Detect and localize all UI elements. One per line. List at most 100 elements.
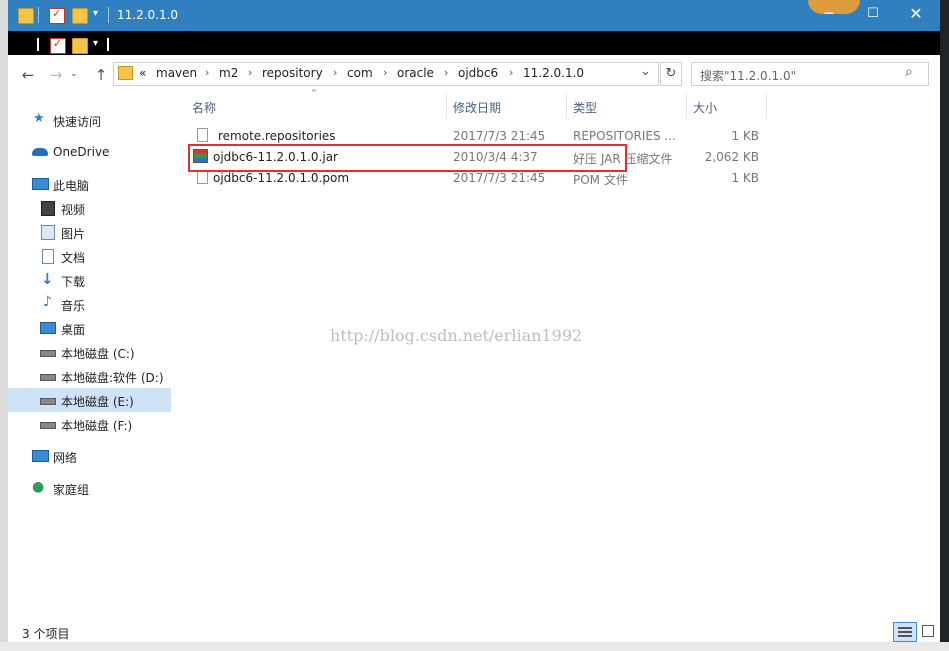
chevron-down-icon[interactable]: ▾: [93, 38, 98, 49]
download-icon: ↓: [41, 270, 54, 288]
file-icon: [197, 128, 208, 142]
sidebar-item-downloads[interactable]: ↓ 下载: [8, 268, 171, 292]
sidebar-item-label: 本地磁盘 (C:): [61, 347, 135, 361]
breadcrumb-repository[interactable]: repository: [262, 66, 323, 80]
chevron-right-icon[interactable]: ›: [509, 66, 513, 79]
file-type: POM 文件: [573, 173, 628, 187]
picture-icon: [41, 225, 55, 240]
drive-icon: [40, 422, 56, 429]
ribbon-strip: [8, 31, 940, 55]
sidebar-item-label: 文档: [61, 251, 86, 265]
search-icon[interactable]: ⌕: [905, 64, 913, 80]
sidebar-item-label: 音乐: [61, 299, 86, 313]
minimize-button[interactable]: ─: [820, 6, 838, 24]
file-size: 2,062 KB: [704, 150, 759, 164]
refresh-button[interactable]: ↻: [660, 62, 682, 86]
properties-icon[interactable]: [50, 37, 66, 54]
sidebar-item-label: 家庭组: [53, 483, 90, 497]
chevron-right-icon[interactable]: ›: [248, 66, 252, 79]
column-divider[interactable]: [566, 93, 567, 119]
sidebar-item-label: 网络: [53, 451, 78, 465]
chevron-right-icon[interactable]: ›: [333, 66, 337, 79]
sidebar-item-onedrive[interactable]: OneDrive: [8, 140, 171, 164]
chevron-right-icon[interactable]: ›: [383, 66, 387, 79]
sidebar-item-label: OneDrive: [53, 145, 110, 159]
breadcrumb-current[interactable]: 11.2.0.1.0: [523, 66, 584, 80]
drive-icon: [40, 398, 56, 405]
maximize-button[interactable]: ☐: [864, 6, 882, 24]
drive-icon: [40, 350, 56, 357]
file-type: REPOSITORIES ...: [573, 129, 676, 143]
network-icon: [32, 450, 49, 462]
sidebar-item-label: 桌面: [61, 323, 86, 337]
file-date: 2017/7/3 21:45: [453, 171, 546, 185]
cloud-icon: [32, 148, 48, 156]
column-divider[interactable]: [686, 93, 687, 119]
column-header-type[interactable]: 类型: [573, 99, 597, 116]
close-button[interactable]: ✕: [905, 4, 927, 26]
column-header-date[interactable]: 修改日期: [453, 99, 501, 116]
desktop-background-right: [940, 0, 949, 651]
column-divider[interactable]: [766, 93, 767, 119]
chevron-right-icon[interactable]: ›: [444, 66, 448, 79]
sidebar-item-drive-e[interactable]: 本地磁盘 (E:): [8, 388, 171, 412]
video-icon: [41, 201, 55, 216]
sort-ascending-icon: ⌃: [310, 89, 318, 99]
document-icon: [42, 249, 54, 264]
sidebar-item-label: 本地磁盘:软件 (D:): [61, 371, 164, 385]
sidebar-item-drive-d[interactable]: 本地磁盘:软件 (D:): [8, 364, 171, 388]
sidebar-item-music[interactable]: ♪ 音乐: [8, 292, 171, 316]
sidebar-item-drive-f[interactable]: 本地磁盘 (F:): [8, 412, 171, 436]
column-header-name[interactable]: 名称: [192, 99, 216, 116]
breadcrumb-ojdbc6[interactable]: ojdbc6: [458, 66, 498, 80]
sidebar-item-drive-c[interactable]: 本地磁盘 (C:): [8, 340, 171, 364]
folder-icon: [118, 66, 133, 80]
sidebar-item-homegroup[interactable]: ● 家庭组: [8, 476, 171, 500]
separator: [108, 7, 109, 23]
sidebar-item-label: 本地磁盘 (E:): [61, 395, 134, 409]
column-header-size[interactable]: 大小: [693, 99, 717, 116]
breadcrumb-com[interactable]: com: [347, 66, 373, 80]
large-icons-view-button[interactable]: [919, 622, 937, 640]
sidebar-item-desktop[interactable]: 桌面: [8, 316, 171, 340]
sidebar-item-this-pc[interactable]: 此电脑: [8, 172, 171, 196]
file-icon: [197, 170, 208, 184]
breadcrumb-oracle[interactable]: oracle: [397, 66, 434, 80]
breadcrumb-prefix[interactable]: «: [139, 66, 146, 80]
quick-access-dropdown-icon[interactable]: ▾: [93, 8, 98, 19]
sidebar-item-label: 图片: [61, 227, 86, 241]
chevron-right-icon[interactable]: ›: [205, 66, 209, 79]
file-name: remote.repositories: [218, 129, 336, 143]
properties-icon[interactable]: [49, 7, 65, 24]
sidebar-item-quick-access[interactable]: ★ 快速访问: [8, 108, 171, 132]
star-icon: ★: [33, 111, 45, 126]
drive-icon: [40, 374, 56, 381]
sidebar-item-pictures[interactable]: 图片: [8, 220, 171, 244]
column-divider[interactable]: [446, 93, 447, 119]
computer-icon: [32, 178, 49, 190]
separator: [107, 38, 109, 51]
file-row[interactable]: remote.repositories 2017/7/3 21:45 REPOS…: [190, 126, 765, 146]
window-bottom-edge: [0, 642, 949, 651]
separator: [37, 38, 39, 51]
address-dropdown-icon[interactable]: ⌄: [640, 64, 651, 79]
desktop-icon: [40, 322, 56, 334]
forward-button[interactable]: →: [47, 66, 65, 84]
sidebar-item-label: 此电脑: [53, 179, 90, 193]
highlight-annotation-box: [188, 144, 627, 172]
details-view-button[interactable]: [893, 622, 917, 642]
sidebar-item-documents[interactable]: 文档: [8, 244, 171, 268]
separator: [38, 7, 39, 23]
new-folder-icon[interactable]: [72, 8, 88, 24]
breadcrumb-maven[interactable]: maven: [156, 66, 197, 80]
back-button[interactable]: ←: [19, 66, 37, 84]
breadcrumb-m2[interactable]: m2: [219, 66, 238, 80]
new-folder-icon[interactable]: [72, 38, 88, 54]
sidebar-item-label: 快速访问: [53, 115, 102, 129]
file-size: 1 KB: [731, 129, 759, 143]
recent-locations-icon[interactable]: ⌄: [70, 69, 78, 79]
sidebar-item-videos[interactable]: 视频: [8, 196, 171, 220]
sidebar-item-label: 本地磁盘 (F:): [61, 419, 133, 433]
up-button[interactable]: ↑: [92, 66, 110, 84]
sidebar-item-network[interactable]: 网络: [8, 444, 171, 468]
